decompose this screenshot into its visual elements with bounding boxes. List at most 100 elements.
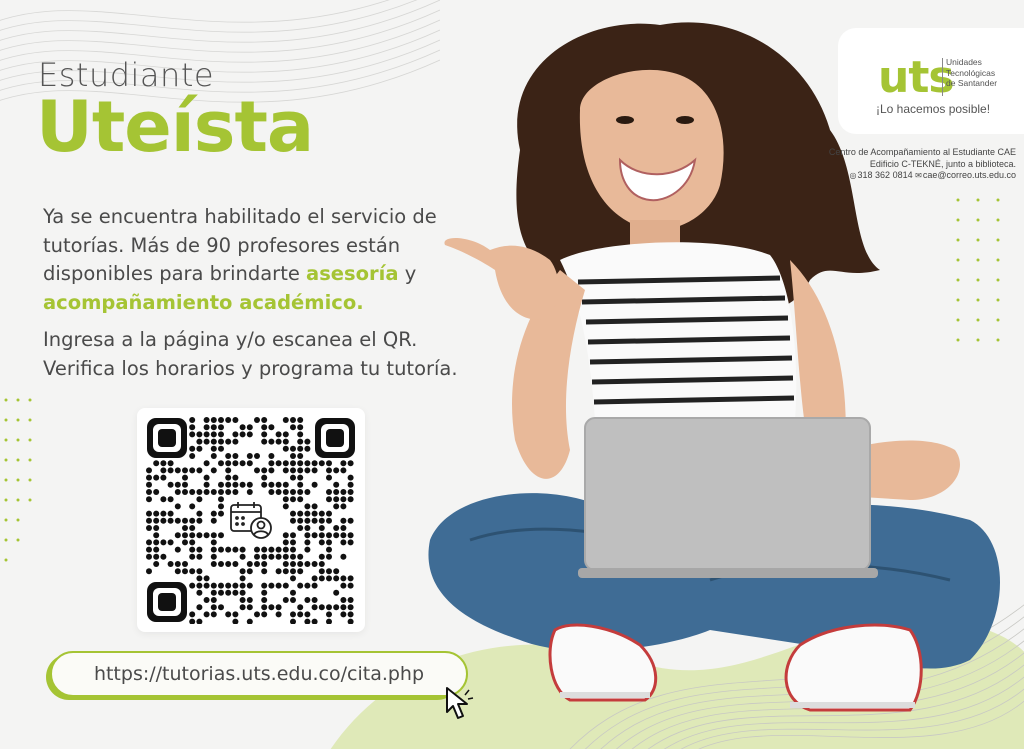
url-link-button[interactable]: https://tutorias.uts.edu.co/cita.php xyxy=(46,651,468,700)
qr-module xyxy=(189,568,196,575)
qr-module xyxy=(340,539,347,546)
qr-module xyxy=(311,481,318,488)
qr-module xyxy=(189,582,196,589)
qr-module xyxy=(282,561,289,567)
qr-module xyxy=(261,553,268,560)
qr-module xyxy=(282,546,289,553)
qr-module xyxy=(246,424,253,431)
qr-module xyxy=(340,553,347,560)
qr-module xyxy=(318,561,325,567)
qr-module xyxy=(210,582,217,589)
highlight-asesoria: asesoría xyxy=(306,262,399,285)
url-link-text[interactable]: https://tutorias.uts.edu.co/cita.php xyxy=(50,651,468,697)
qr-module xyxy=(275,546,282,553)
qr-module xyxy=(225,546,232,553)
qr-module xyxy=(318,568,325,575)
qr-module xyxy=(347,611,354,618)
qr-module xyxy=(246,481,253,488)
qr-module xyxy=(347,597,354,603)
qr-module xyxy=(246,568,253,575)
qr-module xyxy=(282,489,289,495)
qr-module xyxy=(297,467,304,474)
qr-code-graphic xyxy=(146,417,355,624)
qr-module xyxy=(203,611,210,618)
qr-module xyxy=(239,431,246,438)
qr-module xyxy=(210,417,217,423)
decorative-dots-left xyxy=(4,398,32,562)
qr-module xyxy=(254,561,260,567)
qr-module xyxy=(290,453,296,459)
qr-module xyxy=(182,539,188,546)
qr-module xyxy=(318,532,325,539)
qr-module xyxy=(239,575,246,582)
qr-module xyxy=(146,496,152,503)
qr-module xyxy=(160,510,167,517)
qr-module xyxy=(311,510,318,517)
qr-module xyxy=(232,431,239,438)
qr-module xyxy=(225,467,232,474)
qr-module xyxy=(268,489,275,495)
qr-module xyxy=(146,568,152,575)
qr-module xyxy=(210,604,217,611)
qr-module xyxy=(153,525,160,531)
qr-module xyxy=(268,553,275,560)
qr-module xyxy=(268,438,275,445)
qr-module xyxy=(225,417,232,423)
qr-module xyxy=(153,510,160,517)
qr-module xyxy=(290,510,296,517)
qr-module xyxy=(182,517,188,524)
qr-module xyxy=(297,474,304,481)
qr-module xyxy=(203,597,210,603)
qr-module xyxy=(203,474,210,481)
qr-module xyxy=(160,517,167,524)
qr-code[interactable] xyxy=(137,408,365,632)
qr-module xyxy=(246,460,253,467)
qr-module xyxy=(210,553,217,560)
qr-module xyxy=(318,575,325,582)
qr-module xyxy=(174,517,181,524)
qr-module xyxy=(282,438,289,445)
qr-module xyxy=(318,460,325,467)
qr-module xyxy=(239,546,246,553)
qr-module xyxy=(196,510,203,517)
qr-module xyxy=(232,561,239,567)
qr-module xyxy=(196,582,203,589)
qr-module xyxy=(153,460,160,467)
highlight-acompanamiento: acompañamiento académico. xyxy=(43,290,364,314)
qr-module xyxy=(218,489,224,495)
qr-module xyxy=(297,611,304,618)
qr-module xyxy=(254,467,260,474)
qr-module xyxy=(333,568,340,575)
qr-module xyxy=(210,438,217,445)
qr-module xyxy=(340,517,347,524)
qr-module xyxy=(182,467,188,474)
institution-name-line2: Tecnológicas xyxy=(946,67,996,78)
qr-module xyxy=(340,503,347,510)
qr-module xyxy=(282,417,289,423)
qr-module xyxy=(167,539,174,546)
qr-module xyxy=(268,546,275,553)
qr-module xyxy=(153,474,160,481)
qr-module xyxy=(326,496,332,503)
qr-module xyxy=(290,553,296,560)
qr-module xyxy=(304,597,311,603)
qr-module xyxy=(174,503,181,510)
qr-module xyxy=(189,611,196,618)
qr-module xyxy=(203,489,210,495)
qr-module xyxy=(282,481,289,488)
qr-module xyxy=(218,460,224,467)
qr-module xyxy=(146,489,152,495)
qr-module xyxy=(160,474,167,481)
poster: Estudiante Uteísta Ya se encuentra habil… xyxy=(0,0,1024,749)
qr-module xyxy=(146,553,152,560)
contact-email[interactable]: cae@correo.uts.edu.co xyxy=(923,170,1016,180)
contact-info: Centro de Acompañamiento al Estudiante C… xyxy=(829,147,1016,182)
contact-phone[interactable]: 318 362 0814 xyxy=(858,170,913,180)
qr-module xyxy=(239,604,246,611)
qr-module xyxy=(326,467,332,474)
qr-module xyxy=(304,546,311,553)
qr-module xyxy=(304,517,311,524)
qr-module xyxy=(210,467,217,474)
qr-module xyxy=(196,532,203,539)
qr-module xyxy=(261,604,268,611)
